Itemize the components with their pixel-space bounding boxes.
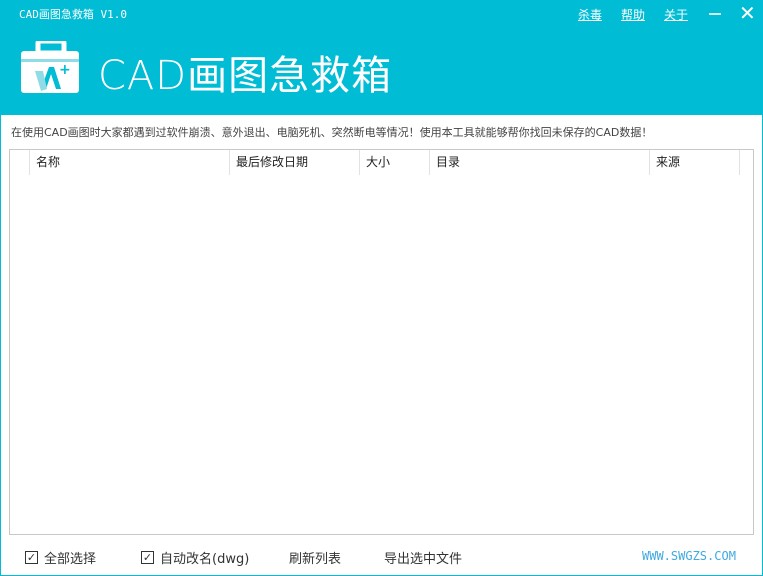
- select-all-checkbox[interactable]: ✓ 全部选择: [25, 548, 96, 567]
- help-link[interactable]: 帮助: [621, 6, 645, 23]
- antivirus-link[interactable]: 杀毒: [578, 6, 602, 23]
- checkbox-icon: ✓: [141, 551, 154, 564]
- refresh-list-button[interactable]: 刷新列表: [289, 548, 341, 567]
- auto-rename-label: 自动改名(dwg): [160, 552, 250, 567]
- about-link[interactable]: 关于: [664, 6, 688, 23]
- file-list-table[interactable]: 名称 最后修改日期 大小 目录 来源: [9, 149, 754, 535]
- checkbox-icon: ✓: [25, 551, 38, 564]
- column-header-name[interactable]: 名称: [30, 150, 230, 175]
- column-header-source[interactable]: 来源: [650, 150, 740, 175]
- website-link[interactable]: WWW.SWGZS.COM: [642, 549, 736, 563]
- close-button[interactable]: ✕: [739, 3, 756, 23]
- export-selected-button[interactable]: 导出选中文件: [384, 548, 462, 567]
- minimize-button[interactable]: [709, 13, 721, 15]
- svg-text:+: +: [59, 62, 71, 78]
- window-title: CAD画图急救箱 V1.0: [19, 8, 127, 21]
- app-title: CAD画图急救箱: [98, 53, 393, 99]
- column-header-size[interactable]: 大小: [360, 150, 430, 175]
- description-text: 在使用CAD画图时大家都遇到过软件崩溃、意外退出、电脑死机、突然断电等情况！使用…: [11, 126, 653, 139]
- app-window: CAD画图急救箱 V1.0 杀毒 帮助 关于 ✕ + CAD画图急救箱 在使用C…: [0, 0, 763, 576]
- auto-rename-checkbox[interactable]: ✓ 自动改名(dwg): [141, 548, 249, 567]
- column-header-blank: [10, 150, 30, 175]
- column-header-modified[interactable]: 最后修改日期: [230, 150, 360, 175]
- column-header-directory[interactable]: 目录: [430, 150, 650, 175]
- toolbox-logo-icon: +: [21, 41, 79, 93]
- select-all-label: 全部选择: [44, 552, 97, 567]
- header-bar: CAD画图急救箱 V1.0 杀毒 帮助 关于 ✕ + CAD画图急救箱: [1, 1, 762, 115]
